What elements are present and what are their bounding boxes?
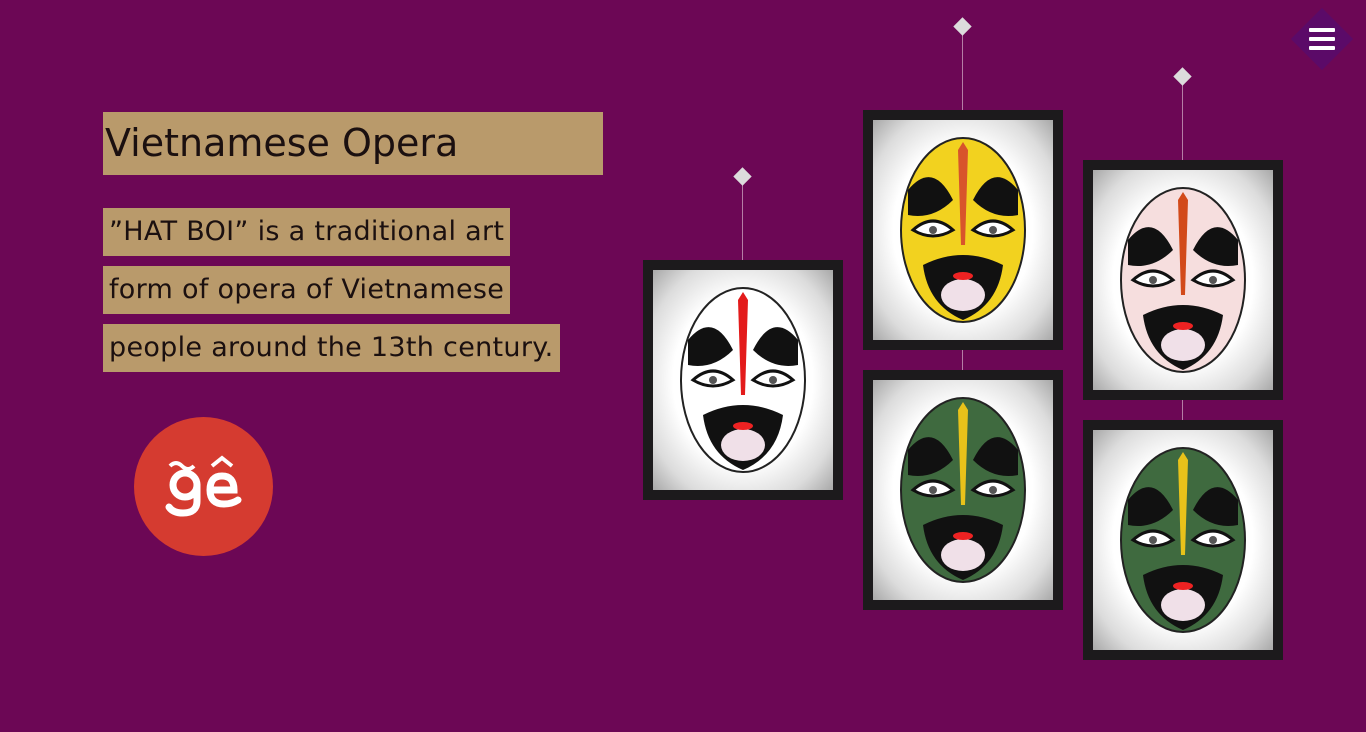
mask-frame-yellow[interactable] (863, 110, 1063, 350)
mask-mat (873, 120, 1053, 340)
logo-glyph (165, 454, 241, 517)
hanging-string (742, 180, 743, 262)
hanging-string (1182, 80, 1183, 162)
description-line-2: form of opera of Vietnamese (103, 266, 511, 314)
mask-frame-white[interactable] (643, 260, 843, 500)
mask-frame-green-2[interactable] (1083, 420, 1283, 660)
opera-mask-image (900, 397, 1026, 583)
opera-mask-image (1120, 187, 1246, 373)
page-title: Vietnamese Opera (103, 112, 603, 175)
mask-mat (873, 380, 1053, 600)
mask-mat (653, 270, 833, 490)
hanging-string (962, 348, 963, 372)
hanging-string (1182, 398, 1183, 422)
opera-mask-image (680, 287, 806, 473)
opera-mask-image (1120, 447, 1246, 633)
hamburger-menu-icon (1309, 28, 1335, 55)
mask-frame-pink[interactable] (1083, 160, 1283, 400)
hanging-string (962, 30, 963, 112)
pin-icon (953, 17, 972, 36)
description-line-1: ”HAT BOI” is a traditional art (103, 208, 511, 256)
mask-frame-green-1[interactable] (863, 370, 1063, 610)
pin-icon (733, 167, 752, 186)
pin-icon (1173, 67, 1192, 86)
mask-mat (1093, 430, 1273, 650)
mask-mat (1093, 170, 1273, 390)
description-line-3: people around the 13th century. (103, 324, 560, 372)
brand-logo[interactable] (134, 417, 273, 556)
menu-button[interactable] (1290, 7, 1354, 71)
opera-mask-image (900, 137, 1026, 323)
